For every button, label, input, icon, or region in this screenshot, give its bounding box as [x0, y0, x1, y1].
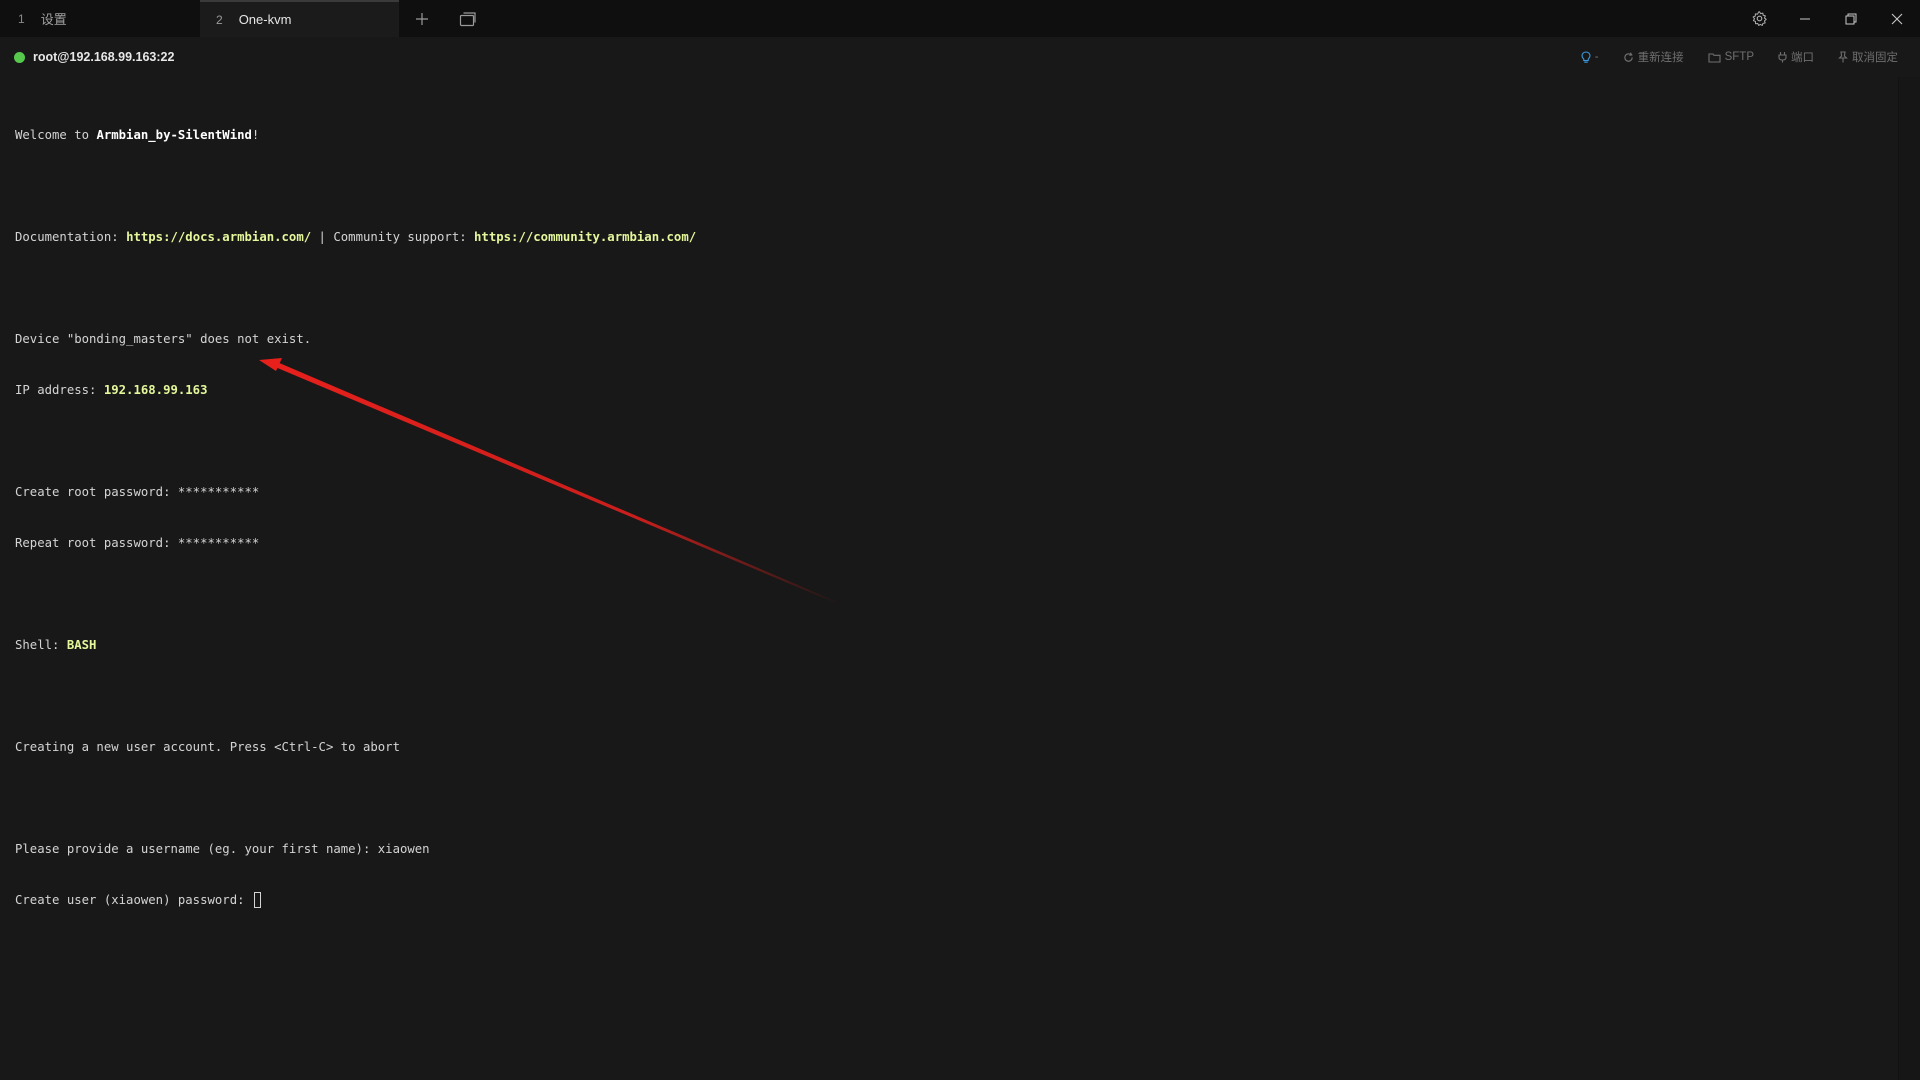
terminal-line: Create root password: *********** [15, 485, 260, 499]
terminal-cursor[interactable] [253, 892, 261, 908]
session-actions: - 重新连接 SFTP 端口 取消固定 [1581, 37, 1898, 77]
shell-value: BASH [66, 638, 97, 652]
restore-icon [1845, 13, 1857, 24]
ip-value: 192.168.99.163 [103, 383, 208, 397]
title-bar: 1 设置 2 One-kvm [0, 0, 1920, 37]
reconnect-label: 重新连接 [1637, 52, 1684, 64]
plus-icon [416, 12, 428, 25]
shell-label: Shell: [15, 638, 67, 652]
session-host: root@192.168.99.163:22 [33, 50, 175, 64]
terminal-output[interactable]: Welcome to Armbian_by-SilentWind! Docume… [0, 77, 1898, 1080]
tab-number: 2 [216, 12, 223, 27]
community-url[interactable]: https://community.armbian.com/ [474, 230, 696, 244]
doc-separator: | Community support: [311, 230, 475, 244]
close-button[interactable] [1874, 0, 1920, 37]
close-icon [1891, 13, 1903, 24]
terminal-scrollbar[interactable] [1898, 77, 1920, 1080]
terminal-line: Shell: BASH [15, 637, 1898, 654]
gear-icon [1752, 11, 1767, 26]
connection-status-dot [14, 51, 25, 63]
terminal-line: IP address: 192.168.99.163 [15, 382, 1898, 399]
plug-icon [1778, 52, 1787, 63]
sftp-label: SFTP [1724, 51, 1754, 63]
refresh-icon [1623, 51, 1633, 62]
doc-label: Documentation: [15, 230, 127, 244]
sftp-button[interactable]: SFTP [1708, 51, 1754, 63]
unpin-label: 取消固定 [1852, 52, 1898, 64]
password-prompt: Create user (xiaowen) password: [15, 893, 252, 907]
terminal-line: Creating a new user account. Press <Ctrl… [15, 740, 400, 754]
restore-button[interactable] [1828, 0, 1874, 37]
bulb-dropdown[interactable]: - [1581, 50, 1599, 64]
terminal-line: Repeat root password: *********** [15, 536, 260, 550]
tab-label: One-kvm [238, 12, 292, 27]
lightbulb-icon [1581, 50, 1591, 63]
tab-one-kvm[interactable]: 2 One-kvm [200, 0, 399, 37]
session-bar: root@192.168.99.163:22 - 重新连接 SFTP 端口 取消… [0, 37, 1920, 77]
tab-settings[interactable]: 1 设置 [0, 0, 200, 37]
minimize-button[interactable] [1782, 0, 1828, 37]
terminal-line: Device "bonding_masters" does not exist. [15, 332, 312, 346]
window-list-button[interactable] [445, 0, 491, 37]
doc-url[interactable]: https://docs.armbian.com/ [126, 230, 311, 244]
tab-label: 设置 [40, 12, 67, 27]
welcome-name: Armbian_by-SilentWind [96, 128, 252, 142]
bulb-dropdown-label: - [1594, 51, 1599, 63]
new-tab-button[interactable] [399, 0, 445, 37]
tab-number: 1 [18, 11, 25, 26]
settings-button[interactable] [1736, 0, 1782, 37]
terminal-line: Welcome to Armbian_by-SilentWind! [15, 127, 1898, 144]
pin-icon [1838, 51, 1848, 63]
terminal-line: Create user (xiaowen) password: [15, 892, 1898, 909]
unpin-button[interactable]: 取消固定 [1838, 49, 1898, 65]
port-label: 端口 [1791, 52, 1814, 64]
ip-label: IP address: [15, 383, 104, 397]
port-button[interactable]: 端口 [1778, 49, 1814, 65]
reconnect-button[interactable]: 重新连接 [1623, 49, 1684, 65]
terminal-line: Documentation: https://docs.armbian.com/… [15, 229, 1898, 246]
terminal-line: Please provide a username (eg. your firs… [15, 842, 430, 856]
minimize-icon [1800, 18, 1810, 19]
folder-icon [1708, 52, 1721, 63]
windows-icon [459, 11, 476, 26]
welcome-suffix: ! [251, 128, 260, 142]
welcome-prefix: Welcome to [15, 128, 97, 142]
